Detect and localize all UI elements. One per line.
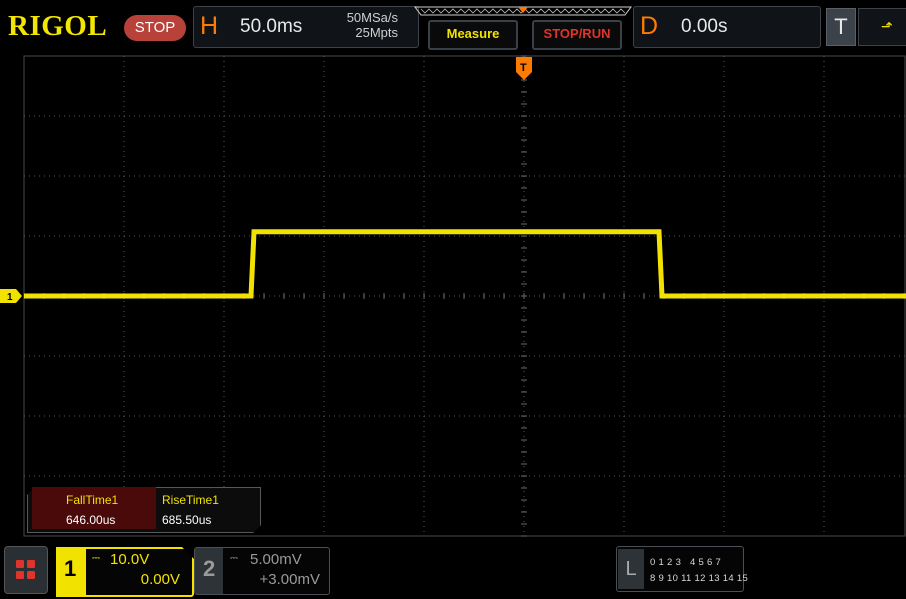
channel-1-scale: 10.0V	[110, 551, 150, 568]
channel-2-scale: 5.00mV	[250, 551, 302, 568]
digital-channels-row-2: 8 9 10 11 12 13 14 15	[650, 573, 749, 584]
measurement-name: FallTime1	[66, 493, 119, 507]
channel-1-trace	[24, 229, 906, 299]
logic-analyzer-key[interactable]: L	[618, 549, 644, 589]
digital-channels-row-1: 0 1 2 3 4 5 6 7	[650, 557, 722, 568]
measurement-name: RiseTime1	[162, 493, 219, 507]
dc-coupling-icon: ⎓	[230, 553, 238, 564]
channel-2-offset: +3.00mV	[259, 571, 320, 588]
measurement-value: 646.00us	[66, 513, 116, 527]
menu-grid-icon	[16, 560, 24, 568]
dc-coupling-icon: ⎓	[92, 553, 100, 564]
trigger-marker-label: T	[520, 62, 527, 74]
home-menu-button[interactable]	[4, 546, 48, 594]
measurement-value: 685.50us	[162, 513, 212, 527]
channel-1-offset: 0.00V	[140, 571, 180, 588]
channel-1-marker-label: 1	[7, 292, 13, 303]
channel-2-number: 2	[203, 556, 216, 581]
channel-1-number: 1	[64, 556, 77, 581]
